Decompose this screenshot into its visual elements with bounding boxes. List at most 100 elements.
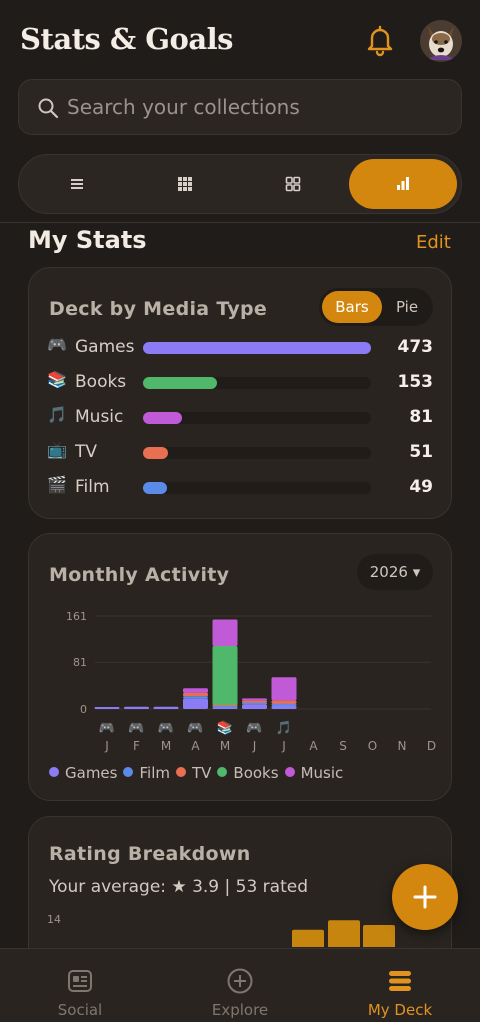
media-type-count: 51 — [409, 442, 433, 462]
stacked-bar-segment — [242, 698, 267, 701]
legend-item: Games — [49, 764, 117, 782]
rating-bar — [292, 929, 324, 947]
stacked-bar-segment — [183, 696, 208, 699]
media-type-label: Film — [75, 477, 110, 497]
y-tick-label: 14 — [47, 913, 61, 926]
media-bar-track — [143, 447, 371, 459]
x-tick-label: S — [339, 739, 347, 753]
bell-icon[interactable] — [364, 24, 396, 58]
stacked-bar-segment — [242, 702, 267, 705]
monthly-activity-chart: 0 81 161 🎮 J 🎮 F 🎮 M 🎮 A 📚 M 🎮 J 🎵 J A S O N D — [66, 610, 436, 753]
media-type-row: 📚 Books 153 — [47, 368, 437, 398]
x-tick-label: J — [252, 739, 257, 753]
stacked-bar-segment — [212, 646, 238, 705]
media-emoji-icon: 🎵 — [47, 405, 67, 424]
month-media-icon: 📚 — [217, 720, 233, 736]
stacked-bar-segment — [183, 692, 208, 697]
stacked-bar-segment — [124, 706, 149, 709]
media-bar-fill — [143, 412, 182, 424]
stacked-bar-segment — [242, 704, 267, 709]
legend-label: TV — [191, 764, 212, 782]
stacked-bar-segment — [271, 705, 297, 709]
stacked-bar-segment — [183, 698, 208, 709]
media-bar-track — [143, 377, 371, 389]
media-type-row: 🎮 Games 473 — [47, 333, 437, 363]
monthly-activity-card: Monthly Activity 2026 ▾ 0 81 161 🎮 J 🎮 F 🎮 M 🎮 A 📚 M… — [28, 533, 452, 801]
media-emoji-icon: 📚 — [47, 370, 67, 389]
nav-label: Explore — [211, 1001, 269, 1019]
grid-small-view-button[interactable] — [131, 159, 239, 209]
x-tick-label: F — [133, 739, 140, 753]
pie-toggle-button[interactable]: Pie — [383, 291, 431, 323]
legend-dot — [49, 767, 59, 777]
chart-type-toggle: Bars Pie — [319, 288, 433, 326]
rating-bar — [363, 925, 395, 947]
x-tick-label: J — [281, 739, 286, 753]
stacked-bar-segment — [242, 700, 267, 703]
add-button[interactable] — [392, 864, 458, 930]
stacked-bar-segment — [271, 700, 297, 704]
grid-large-view-button[interactable] — [239, 159, 347, 209]
month-media-icon: 🎮 — [128, 721, 144, 736]
media-type-row: 📺 TV 51 — [47, 438, 437, 468]
rating-average: Your average: ★ 3.9 | 53 rated — [49, 877, 308, 897]
nav-my-deck[interactable]: My Deck — [320, 949, 480, 1022]
y-tick-label: 81 — [73, 656, 87, 669]
media-type-row: 🎬 Film 49 — [47, 473, 437, 503]
nav-explore[interactable]: Explore — [160, 949, 320, 1022]
media-bar-track — [143, 482, 371, 494]
legend-dot — [284, 767, 295, 777]
x-tick-label: M — [161, 739, 171, 753]
media-bar-track — [143, 342, 371, 354]
y-tick-label: 0 — [80, 703, 87, 716]
legend-label: Books — [233, 764, 279, 782]
social-icon — [68, 970, 92, 992]
section-title: My Stats — [28, 226, 147, 254]
legend-label: Film — [139, 764, 170, 782]
y-tick-label: 161 — [66, 610, 87, 623]
stacked-bar-segment — [212, 619, 238, 647]
x-tick-label: N — [398, 739, 407, 753]
legend-item: Music — [284, 764, 343, 782]
grid-large-icon — [285, 176, 301, 192]
x-tick-label: A — [191, 739, 200, 753]
avatar[interactable] — [420, 20, 462, 62]
x-tick-label: D — [427, 739, 436, 753]
media-bar-fill — [143, 447, 168, 459]
bars-toggle-button[interactable]: Bars — [322, 291, 382, 323]
x-tick-label: M — [220, 739, 230, 753]
list-view-button[interactable] — [23, 159, 131, 209]
chart-legend: Games Film TV Books Music — [49, 764, 349, 786]
year-select[interactable]: 2026 ▾ — [357, 554, 433, 590]
x-tick-label: O — [368, 739, 377, 753]
card-title: Deck by Media Type — [49, 298, 268, 320]
deck-by-media-card: Deck by Media Type Bars Pie 🎮 Games 473 📚 Bo… — [28, 267, 452, 519]
media-bar-fill — [143, 482, 167, 494]
nav-label: Social — [57, 1001, 103, 1019]
stats-view-button[interactable] — [349, 159, 457, 209]
plus-icon — [413, 885, 437, 909]
legend-dot — [175, 767, 186, 777]
media-type-count: 49 — [409, 477, 433, 497]
media-bar-fill — [143, 377, 217, 389]
media-type-row: 🎵 Music 81 — [47, 403, 437, 433]
stacked-bar-segment — [153, 706, 179, 709]
search-input[interactable] — [67, 80, 447, 134]
stacked-bar-segment — [94, 707, 120, 709]
month-media-icon: 🎮 — [158, 721, 174, 736]
legend-item: Film — [123, 764, 170, 782]
nav-social[interactable]: Social — [0, 949, 160, 1022]
divider — [0, 222, 480, 223]
media-type-count: 153 — [397, 372, 434, 392]
x-tick-label: A — [309, 739, 318, 753]
search-bar[interactable] — [18, 79, 462, 135]
month-media-icon: 🎵 — [276, 720, 292, 736]
media-type-label: Music — [75, 407, 124, 427]
list-icon — [71, 179, 83, 189]
media-emoji-icon: 📺 — [47, 440, 67, 459]
edit-button[interactable]: Edit — [416, 232, 451, 253]
media-type-count: 81 — [409, 407, 433, 427]
media-type-label: Games — [75, 337, 135, 357]
media-bar-track — [143, 412, 371, 424]
stacked-bar-segment — [271, 703, 297, 706]
